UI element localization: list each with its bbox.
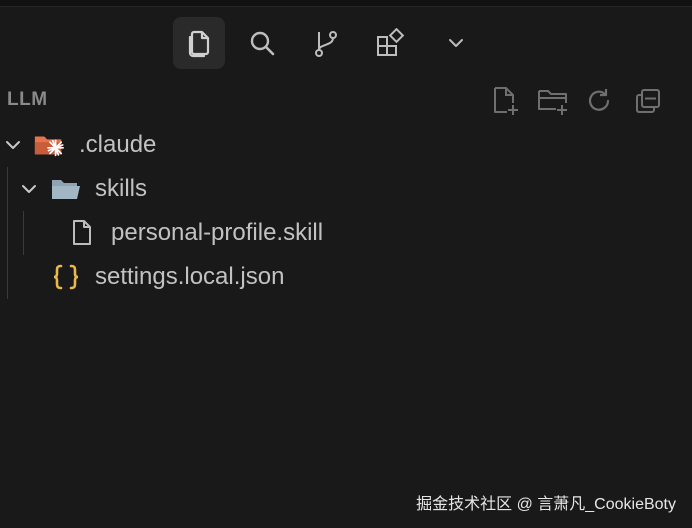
file-icon [66, 219, 98, 247]
tree-item-personal-profile-skill[interactable]: personal-profile.skill [0, 211, 692, 255]
source-control-button[interactable] [300, 17, 352, 69]
tree-item-label: personal-profile.skill [111, 219, 324, 246]
folder-open-icon [50, 175, 82, 203]
tree-item-skills-folder[interactable]: skills [0, 167, 692, 211]
explorer-actions [487, 83, 667, 119]
search-button[interactable] [236, 17, 288, 69]
watermark: 掘金技术社区 @ 言萧凡_CookieBoty [416, 496, 676, 513]
new-folder-icon [538, 90, 567, 115]
json-braces-icon [50, 263, 82, 291]
tree-item-claude-folder[interactable]: .claude [0, 123, 692, 167]
tree-item-label: .claude [79, 131, 157, 158]
title-bar-edge [0, 0, 692, 7]
chevron-down-icon [449, 39, 463, 47]
tree-item-label: settings.local.json [95, 263, 285, 290]
more-views-button[interactable] [430, 17, 482, 69]
tree-item-settings-local-json[interactable]: settings.local.json [0, 255, 692, 299]
search-icon [250, 31, 275, 56]
refresh-button[interactable] [581, 83, 617, 119]
chevron-down-icon[interactable] [2, 134, 24, 156]
collapse-all-button[interactable] [630, 83, 666, 119]
new-folder-button[interactable] [535, 83, 571, 119]
explorer-button[interactable] [173, 17, 225, 69]
refresh-icon [588, 89, 610, 111]
extensions-button[interactable] [364, 17, 416, 69]
source-control-icon [315, 31, 337, 57]
explorer-section-title[interactable]: LLM [7, 89, 48, 111]
files-icon [188, 30, 210, 58]
tree-item-label: skills [95, 175, 147, 202]
new-file-icon [494, 87, 518, 115]
claude-folder-icon [33, 131, 65, 159]
new-file-button[interactable] [487, 83, 523, 119]
extensions-icon [377, 28, 405, 56]
collapse-all-icon [636, 89, 660, 113]
activity-bar [173, 17, 493, 69]
chevron-down-icon[interactable] [18, 178, 40, 200]
